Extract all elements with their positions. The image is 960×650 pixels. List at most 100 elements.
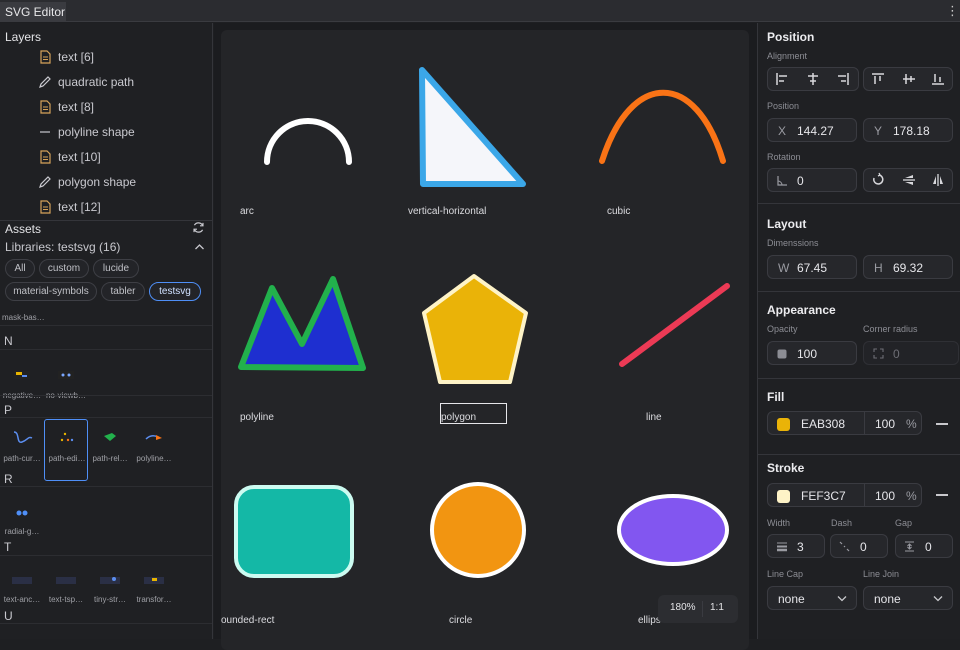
cubic-shape[interactable]	[599, 89, 726, 164]
x-value[interactable]: 144.27	[797, 124, 834, 138]
flip-vertical-icon[interactable]	[930, 172, 946, 188]
label-line[interactable]: line	[646, 412, 662, 423]
asset-item-selected[interactable]: path-edi…	[44, 419, 88, 481]
width-field[interactable]: W 67.45	[767, 255, 857, 279]
opacity-value[interactable]: 100	[797, 347, 817, 361]
asset-item-label[interactable]: mask-bas…	[2, 313, 45, 322]
fill-color-value[interactable]: EAB308	[801, 417, 845, 431]
rounded-rect-shape[interactable]	[234, 485, 354, 578]
field-divider	[864, 412, 865, 434]
dash-field[interactable]: 0	[830, 534, 888, 558]
label-rounded-rect[interactable]: ounded-rect	[221, 615, 274, 626]
stroke-width-field[interactable]: 3	[767, 534, 825, 558]
asset-item[interactable]: path-rel…	[88, 420, 132, 482]
line-join-select[interactable]: none	[863, 586, 953, 610]
align-center-v-icon[interactable]	[901, 71, 917, 87]
fill-opacity-value[interactable]: 100	[875, 417, 895, 431]
artboard-svg	[234, 67, 730, 578]
group-letter: R	[4, 472, 13, 486]
dash-value[interactable]: 0	[860, 540, 867, 554]
artboard[interactable]: arc vertical-horizontal cubic polyline p…	[221, 30, 749, 650]
align-top-icon[interactable]	[870, 71, 886, 87]
stroke-opacity-value[interactable]: 100	[875, 489, 895, 503]
opacity-label: Opacity	[767, 324, 798, 334]
zoom-level[interactable]: 180%	[670, 602, 696, 613]
group-divider	[0, 486, 212, 487]
h-value[interactable]: 69.32	[893, 261, 923, 275]
polyline-shape[interactable]	[238, 276, 366, 371]
align-left-icon[interactable]	[774, 71, 790, 87]
fill-color-field[interactable]: EAB308 100 %	[767, 411, 922, 435]
rotation-field[interactable]: 0	[767, 168, 857, 192]
zoom-divider	[702, 601, 703, 617]
rotation-value[interactable]: 0	[797, 174, 804, 188]
gap-field[interactable]: 0	[895, 534, 953, 558]
rotate-icon[interactable]	[870, 172, 886, 188]
line-icon	[40, 131, 50, 133]
chevron-up-icon[interactable]	[194, 243, 205, 251]
gap-value[interactable]: 0	[925, 540, 932, 554]
label-arc[interactable]: arc	[240, 206, 254, 217]
layer-label: text [12]	[58, 200, 101, 214]
label-cubic[interactable]: cubic	[607, 206, 630, 217]
label-circle[interactable]: circle	[449, 615, 472, 626]
stroke-color-field[interactable]: FEF3C7 100 %	[767, 483, 922, 507]
asset-item[interactable]: text-tsp…	[44, 561, 88, 623]
label-polygon[interactable]: polygon	[441, 412, 476, 423]
label-vertical-horizontal[interactable]: vertical-horizontal	[408, 206, 486, 217]
y-field[interactable]: Y 178.18	[863, 118, 953, 142]
stroke-color-value[interactable]: FEF3C7	[801, 489, 846, 503]
stroke-width-value[interactable]: 3	[797, 540, 804, 554]
corner-radius-field[interactable]: 0	[863, 341, 959, 365]
asset-item[interactable]: transfor…	[132, 561, 176, 623]
filter-chip-custom[interactable]: custom	[39, 259, 89, 278]
vertical-horizontal-shape[interactable]	[419, 67, 526, 187]
polygon-shape[interactable]	[422, 274, 528, 384]
gap-label: Gap	[895, 518, 913, 528]
label-polyline[interactable]: polyline	[240, 412, 274, 423]
line-shape[interactable]	[619, 283, 730, 367]
section-divider	[758, 291, 960, 292]
refresh-icon[interactable]	[192, 221, 205, 234]
asset-item[interactable]: tiny-str…	[88, 561, 132, 623]
align-center-h-icon[interactable]	[805, 71, 821, 87]
line-cap-select[interactable]: none	[767, 586, 857, 610]
asset-item[interactable]: no-viewb…	[44, 357, 88, 419]
x-field[interactable]: X 144.27	[767, 118, 857, 142]
app-tab[interactable]: SVG Editor	[0, 2, 66, 22]
align-bottom-icon[interactable]	[930, 71, 946, 87]
asset-label: polyline…	[136, 454, 172, 463]
arc-shape[interactable]	[264, 118, 352, 165]
remove-stroke-icon[interactable]	[936, 494, 948, 496]
filter-chip-material-symbols[interactable]: material-symbols	[5, 282, 97, 301]
line-cap-value: none	[778, 592, 805, 606]
flip-horizontal-icon[interactable]	[901, 172, 917, 188]
zoom-reset-button[interactable]: 1:1	[710, 602, 724, 613]
filter-chip-tabler[interactable]: tabler	[101, 282, 145, 301]
y-value[interactable]: 178.18	[893, 124, 930, 138]
text-file-icon	[40, 150, 51, 164]
circle-shape[interactable]	[430, 482, 526, 578]
group-letter: N	[4, 334, 13, 348]
asset-item[interactable]: polyline…	[132, 420, 176, 482]
stroke-swatch[interactable]	[777, 490, 790, 503]
asset-label: path-rel…	[92, 454, 128, 463]
filter-chip-all[interactable]: All	[5, 259, 35, 278]
opacity-field[interactable]: 100	[767, 341, 857, 365]
asset-thumb-icon	[14, 371, 30, 379]
left-panel: Layers text [6] quadratic path text [8] …	[0, 23, 213, 639]
pen-icon	[39, 176, 51, 188]
corner-radius-icon	[873, 348, 884, 359]
pen-icon	[39, 76, 51, 88]
corner-radius-value[interactable]: 0	[893, 347, 900, 361]
ellipse-shape[interactable]	[617, 494, 729, 566]
height-field[interactable]: H 69.32	[863, 255, 953, 279]
filter-chip-testsvg[interactable]: testsvg	[149, 282, 201, 301]
section-divider	[758, 454, 960, 455]
remove-fill-icon[interactable]	[936, 423, 948, 425]
w-value[interactable]: 67.45	[797, 261, 827, 275]
align-right-icon[interactable]	[835, 71, 851, 87]
more-vertical-icon[interactable]: ⋮	[946, 3, 959, 19]
fill-swatch[interactable]	[777, 418, 790, 431]
filter-chip-lucide[interactable]: lucide	[93, 259, 139, 278]
